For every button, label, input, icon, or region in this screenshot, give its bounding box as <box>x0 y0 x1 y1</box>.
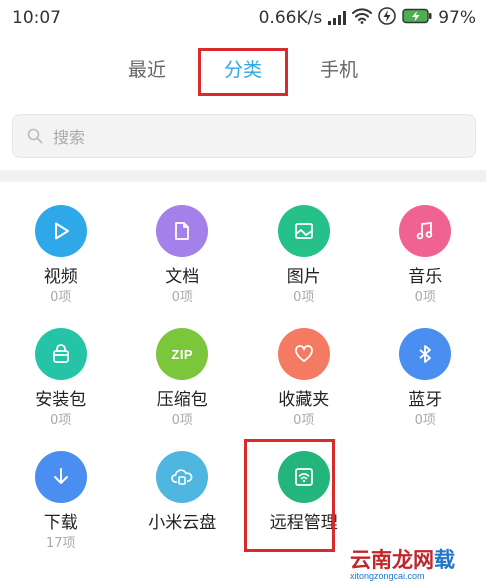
status-indicators: 0.66K/s 97% <box>258 6 476 30</box>
category-grid: 视频 0项 文档 0项 图片 0项 音乐 0项 安装包 0项 ZIP 压缩包 0… <box>0 205 486 574</box>
music-icon <box>399 205 452 257</box>
category-documents[interactable]: 文档 0项 <box>122 205 244 328</box>
category-zip[interactable]: ZIP 压缩包 0项 <box>122 328 244 451</box>
category-count: 0项 <box>50 290 72 305</box>
status-bar: 10:07 0.66K/s 97% <box>0 0 486 36</box>
category-label: 小米云盘 <box>148 513 217 533</box>
heart-icon <box>277 328 330 380</box>
search-placeholder: 搜索 <box>53 128 86 147</box>
category-mi-cloud[interactable]: 小米云盘 <box>122 451 244 574</box>
signal-icon <box>328 11 347 25</box>
category-label: 图片 <box>286 267 321 287</box>
wifi-icon <box>352 7 373 29</box>
clock: 10:07 <box>12 8 61 28</box>
category-apk[interactable]: 安装包 0项 <box>0 328 122 451</box>
category-label: 文档 <box>165 267 200 287</box>
category-favorites[interactable]: 收藏夹 0项 <box>243 328 365 451</box>
package-icon <box>34 328 87 380</box>
watermark: 云南龙网载 xitongzongcai.com <box>340 545 486 586</box>
category-count: 0项 <box>50 413 72 428</box>
category-bluetooth[interactable]: 蓝牙 0项 <box>365 328 486 451</box>
battery-level: 97% <box>438 8 476 28</box>
charging-icon <box>378 6 397 30</box>
category-label: 音乐 <box>408 267 443 287</box>
category-video[interactable]: 视频 0项 <box>0 205 122 328</box>
image-icon <box>277 205 330 257</box>
category-label: 安装包 <box>35 390 87 410</box>
tab-bar: 最近 分类 手机 <box>0 46 486 96</box>
network-speed: 0.66K/s <box>258 8 323 28</box>
category-downloads[interactable]: 下载 17项 <box>0 451 122 574</box>
tab-recent[interactable]: 最近 <box>99 48 195 92</box>
zip-icon: ZIP <box>156 328 209 380</box>
category-label: 收藏夹 <box>278 390 330 410</box>
category-count: 0项 <box>171 413 193 428</box>
search-input[interactable]: 搜索 <box>12 114 476 158</box>
category-label: 压缩包 <box>156 390 208 410</box>
search-icon <box>27 128 43 144</box>
category-label: 蓝牙 <box>408 390 443 410</box>
watermark-url: xitongzongcai.com <box>350 571 425 581</box>
battery-icon <box>402 8 432 29</box>
category-label: 视频 <box>43 267 78 287</box>
category-label: 远程管理 <box>269 513 338 533</box>
section-divider <box>0 170 486 182</box>
category-count: 0项 <box>293 290 315 305</box>
tab-phone[interactable]: 手机 <box>291 48 387 92</box>
category-count: 0项 <box>414 290 436 305</box>
category-label: 下载 <box>43 513 78 533</box>
download-icon <box>34 451 87 503</box>
cloud-icon <box>156 451 209 503</box>
category-images[interactable]: 图片 0项 <box>243 205 365 328</box>
document-icon <box>156 205 209 257</box>
category-count: 0项 <box>171 290 193 305</box>
watermark-text: 云南龙网 <box>350 548 434 572</box>
category-music[interactable]: 音乐 0项 <box>365 205 486 328</box>
category-count: 17项 <box>45 536 76 551</box>
remote-icon <box>277 451 330 503</box>
bluetooth-icon <box>399 328 452 380</box>
category-count: 0项 <box>293 413 315 428</box>
play-icon <box>34 205 87 257</box>
watermark-text-blue: 载 <box>434 548 455 572</box>
zip-icon-text: ZIP <box>171 346 194 362</box>
tab-categories[interactable]: 分类 <box>195 48 291 96</box>
category-count: 0项 <box>414 413 436 428</box>
